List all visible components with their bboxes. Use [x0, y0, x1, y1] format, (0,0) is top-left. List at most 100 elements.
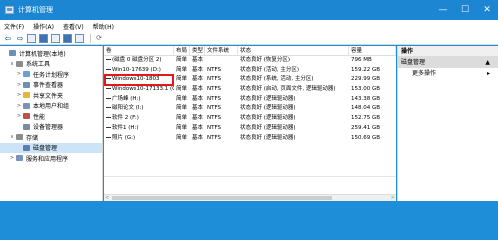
more-actions-label: 更多操作	[412, 70, 437, 77]
cell-volume: 软件1 (H:)	[104, 124, 174, 134]
volume-icon	[106, 107, 111, 109]
tree-item[interactable]: > 性能	[0, 111, 102, 122]
table-row[interactable]: 照片 (G:) 简单 基本 NTFS 状态良好 (逻辑驱动器) 150.69 GB	[104, 134, 396, 144]
collapse-caret-icon[interactable]: ▲	[485, 57, 490, 68]
tree-item-label: 设备管理器	[33, 124, 64, 132]
cell-capacity: 229.99 GB	[351, 76, 381, 83]
table-row[interactable]: 磁阳论文 (I:) 简单 基本 NTFS 状态良好 (逻辑驱动器) 148.04 GB	[104, 104, 396, 114]
table-row[interactable]: Windows10-17133.1 (C:) 简单 基本 NTFS 状态良好 (启动, …	[104, 85, 396, 95]
cell-type: 基本	[192, 115, 204, 122]
tree-item-label: 共享文件夹	[33, 92, 64, 100]
cell-filesystem: NTFS	[207, 105, 222, 112]
table-row[interactable]: 软件 2 (F:) 简单 基本 NTFS 状态良好 (逻辑驱动器) 152.75 GB	[104, 114, 396, 124]
expand-chevron-icon[interactable]: >	[16, 82, 22, 88]
column-filesystem[interactable]: 文件系统	[205, 46, 238, 55]
tree-item-label: 存储	[26, 134, 39, 142]
tree-node-icon	[16, 60, 23, 67]
tree-item[interactable]: 计算机管理(本地)	[0, 48, 102, 59]
cell-type: 基本	[192, 76, 204, 83]
properties-icon[interactable]	[51, 33, 60, 43]
actions-section-disk-management[interactable]: 磁盘管理 ▲	[398, 57, 498, 68]
close-button[interactable]: ✕	[476, 0, 498, 20]
volume-icon	[106, 88, 111, 90]
cell-filesystem: NTFS	[207, 124, 222, 131]
cell-volume-name: 软件1 (H:)	[112, 124, 139, 131]
tree-item[interactable]: > 事件查看器	[0, 80, 102, 91]
forward-arrow-icon[interactable]: ⇨	[15, 33, 25, 43]
minimize-button[interactable]: —	[432, 0, 454, 20]
cell-volume: 照片 (G:)	[104, 134, 174, 144]
volume-icon	[106, 126, 111, 128]
tree-item-label: 系统工具	[26, 61, 51, 69]
menu-action[interactable]: 操作(A)	[33, 22, 54, 31]
tree-item[interactable]: ∨ 存储	[0, 132, 102, 143]
cell-layout: 简单	[176, 95, 188, 102]
refresh-icon[interactable]: ⟳	[94, 33, 104, 43]
menu-file[interactable]: 文件(F)	[4, 22, 24, 31]
tree-node-icon	[23, 92, 30, 99]
menu-view[interactable]: 查看(V)	[63, 22, 84, 31]
view-icon[interactable]	[75, 33, 84, 43]
back-arrow-icon[interactable]: ⇦	[3, 33, 13, 43]
cell-filesystem: NTFS	[207, 134, 222, 141]
tree-item[interactable]: > 共享文件夹	[0, 90, 102, 101]
cell-capacity: 796 MB	[351, 57, 372, 63]
help-icon[interactable]	[63, 33, 72, 43]
tree-node-icon	[23, 81, 30, 88]
column-volume[interactable]: 卷	[104, 46, 174, 55]
cell-layout: 简单	[176, 66, 188, 73]
tree-item[interactable]: > 任务计划程序	[0, 69, 102, 80]
tree-item[interactable]: > 服务和应用程序	[0, 153, 102, 164]
tree-node-icon	[23, 144, 30, 151]
table-row[interactable]: 软件1 (H:) 简单 基本 NTFS 状态良好 (逻辑驱动器) 259.41 GB	[104, 124, 396, 134]
maximize-button[interactable]: ☐	[454, 0, 476, 20]
cell-type: 基本	[192, 134, 204, 141]
show-hide-tree-icon[interactable]	[39, 33, 48, 43]
cell-volume-name: Windows10-17133.1 (C:)	[112, 86, 174, 93]
console-tree: 计算机管理(本地) ∨ 系统工具 > 任务计划程序 > 事件查看器 > 共享文件夹 > 本地用户和组…	[0, 46, 103, 201]
horizontal-scrollbar[interactable]: < >	[104, 194, 396, 201]
expand-chevron-icon[interactable]: >	[9, 155, 15, 161]
tree-node-icon	[16, 134, 23, 141]
cell-volume-name: (磁盘 0 磁盘分区 2)	[112, 57, 162, 63]
scrollbar-thumb[interactable]	[112, 196, 332, 200]
cell-layout: 简单	[176, 76, 188, 83]
column-type[interactable]: 类型	[190, 46, 205, 55]
tree-node-icon	[23, 71, 30, 78]
column-status[interactable]: 状态	[238, 46, 349, 55]
cell-filesystem: NTFS	[207, 76, 222, 83]
cell-type: 基本	[192, 57, 204, 63]
cell-layout: 简单	[176, 86, 188, 93]
tree-item[interactable]: 磁盘管理	[0, 142, 102, 153]
scroll-right-icon[interactable]: >	[391, 195, 395, 201]
more-actions-item[interactable]: 更多操作 ▸	[398, 68, 498, 79]
tree-node-icon	[16, 155, 23, 162]
table-row[interactable]: 广场峰 (H:) 简单 基本 NTFS 状态良好 (逻辑驱动器) 143.38 GB	[104, 95, 396, 105]
column-layout[interactable]: 布局	[174, 46, 190, 55]
volume-icon	[106, 68, 111, 70]
table-row[interactable]: (磁盘 0 磁盘分区 2) 简单 基本 状态良好 (恢复分区) 796 MB	[104, 56, 396, 66]
expand-chevron-icon[interactable]: >	[16, 92, 22, 98]
scroll-left-icon[interactable]: <	[105, 195, 109, 201]
cell-filesystem: NTFS	[207, 66, 222, 73]
volume-icon	[106, 97, 111, 99]
cell-filesystem: NTFS	[207, 95, 222, 102]
tree-item-label: 本地用户和组	[33, 103, 70, 111]
tree-item[interactable]: ∨ 系统工具	[0, 59, 102, 70]
volume-list-pane: 卷 布局 类型 文件系统 状态 容量 (磁盘 0 磁盘分区 2) 简单 基本 状态良好…	[104, 46, 396, 201]
cell-volume: 软件 2 (F:)	[104, 114, 174, 124]
cell-filesystem: NTFS	[207, 86, 222, 93]
expand-chevron-icon[interactable]: ∨	[9, 61, 15, 67]
column-capacity[interactable]: 容量	[349, 46, 396, 55]
tree-item[interactable]: > 本地用户和组	[0, 101, 102, 112]
tree-item[interactable]: 设备管理器	[0, 122, 102, 133]
tree-item-label: 服务和应用程序	[26, 155, 69, 163]
expand-chevron-icon[interactable]: >	[16, 103, 22, 109]
menu-help[interactable]: 帮助(H)	[93, 22, 114, 31]
expand-chevron-icon[interactable]: ∨	[9, 134, 15, 140]
toolbar-divider	[90, 33, 91, 43]
up-folder-icon[interactable]	[27, 33, 36, 43]
cell-volume: Windows10-17133.1 (C:)	[104, 85, 174, 95]
expand-chevron-icon[interactable]: >	[16, 71, 22, 77]
expand-chevron-icon[interactable]: >	[16, 113, 22, 119]
